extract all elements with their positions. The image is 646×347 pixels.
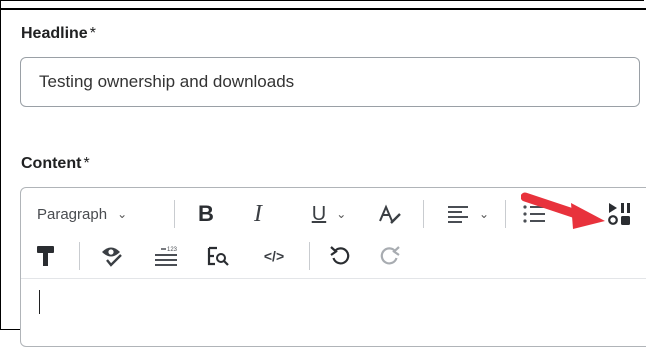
undo-icon [330,246,350,265]
format-painter-icon [37,246,54,266]
italic-icon: I [254,200,262,227]
text-cursor [39,290,40,314]
text-style-button[interactable] [373,194,407,234]
chevron-down-icon: ⌄ [117,207,128,221]
toolbar-separator [309,242,310,270]
bold-icon: B [198,201,214,226]
required-marker: * [89,25,96,42]
format-select[interactable]: Paragraph ⌄ [37,194,127,234]
svg-text:123: 123 [167,247,178,253]
required-marker: * [83,155,90,172]
headline-label: Headline * [21,25,96,43]
toolbar-divider [21,278,646,279]
toolbar-separator [79,242,80,270]
redo-icon [380,246,400,265]
format-select-label: Paragraph [37,205,108,223]
find-replace-button[interactable] [201,236,235,276]
form-panel: Headline * Testing ownership and download… [0,0,646,347]
toolbar-separator [505,200,506,228]
headline-input-value: Testing ownership and downloads [39,72,295,91]
text-style-icon [379,204,401,224]
align-button[interactable]: ⌄ [441,194,495,234]
accessibility-check-icon [102,247,122,267]
code-view-icon: </> [263,248,285,264]
content-label: Content * [21,155,90,173]
italic-button[interactable]: I [243,194,273,234]
chevron-down-icon: ⌄ [336,207,347,221]
format-painter-button[interactable] [31,236,61,276]
word-count-icon: 123 [155,247,178,266]
toolbar-separator [174,200,175,228]
headline-label-text: Headline [21,25,88,42]
chevron-down-icon: ⌄ [478,207,490,221]
accessibility-check-button[interactable] [95,236,129,276]
redo-button[interactable] [373,236,407,276]
code-view-button[interactable]: </> [257,236,291,276]
content-label-text: Content [21,155,82,172]
align-icon [447,206,468,223]
bold-button[interactable]: B [191,194,221,234]
toolbar-separator [423,200,424,228]
find-replace-icon [207,246,229,266]
underline-button[interactable]: U ⌄ [301,194,357,234]
annotation-arrow-icon [521,192,605,229]
word-count-button[interactable]: 123 [149,236,183,276]
headline-input[interactable]: Testing ownership and downloads [20,57,640,107]
underline-icon: U [311,202,327,225]
undo-button[interactable] [323,236,357,276]
